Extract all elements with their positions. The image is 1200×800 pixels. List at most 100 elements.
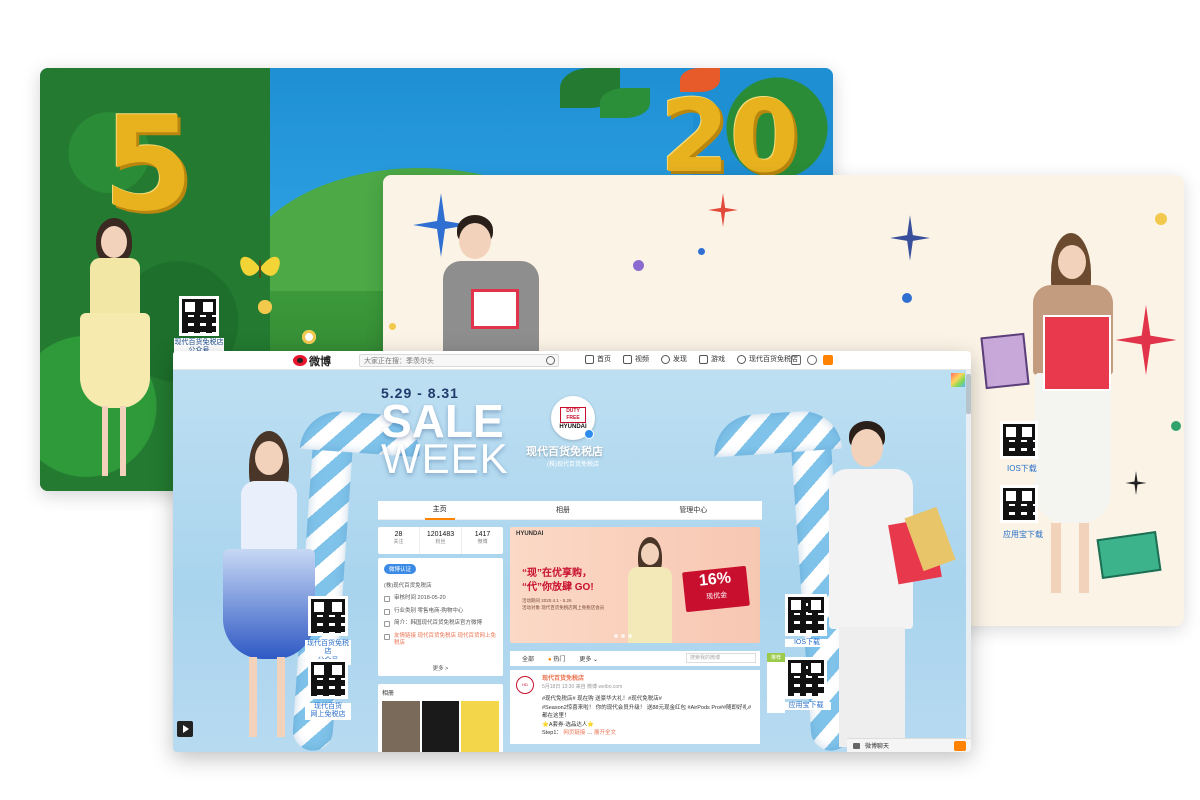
post-header: 现代百货免税店 5月18日 13:30 来自 微博 weibo.com bbox=[542, 675, 752, 692]
promo-week-text: WEEK bbox=[381, 435, 509, 482]
post-meta: 5月18日 13:30 来自 微博 weibo.com bbox=[542, 684, 623, 691]
screenshot-stage: 5 20 现代百货免税店 公众号 bbox=[0, 0, 1200, 800]
scrollbar-thumb[interactable] bbox=[966, 374, 971, 414]
online-store-qr-caption: 现代百货 网上免税店 bbox=[305, 703, 351, 720]
model-man-plaid-coat bbox=[443, 215, 563, 355]
settings-gear-icon[interactable] bbox=[807, 355, 817, 365]
page-scrollbar[interactable] bbox=[966, 370, 971, 740]
ios-download-caption: IOS下载 bbox=[1007, 464, 1037, 473]
model-woman-banner bbox=[620, 537, 680, 643]
confetti-dot bbox=[902, 293, 912, 303]
online-store-qr-code bbox=[308, 659, 348, 699]
star-sparkle-icon bbox=[1115, 305, 1177, 375]
flower-icon bbox=[302, 330, 316, 344]
home-icon bbox=[585, 354, 594, 364]
tab-management[interactable]: 管理中心 bbox=[671, 501, 715, 519]
album-grid bbox=[382, 701, 500, 752]
app-store-qr-code bbox=[785, 657, 827, 699]
info-bio: 简介：韩国现代百货免税店官方微博 bbox=[384, 620, 497, 628]
confetti-dot bbox=[1155, 213, 1167, 225]
corner-badge-icon bbox=[951, 373, 965, 387]
weibo-chat-bar[interactable]: 微博聊天 bbox=[847, 738, 971, 752]
fire-icon: ● bbox=[548, 657, 552, 663]
sale-week-promo: 5.29 - 8.31 SALE WEEK bbox=[381, 385, 509, 482]
feed-tab-all[interactable]: 全部 bbox=[522, 654, 534, 663]
confetti-dot bbox=[633, 260, 644, 271]
flower-icon bbox=[258, 300, 272, 314]
profile-sidebar: 28 关注 1201483 粉丝 1417 微博 微博认证 (株)现代百货免税店 审核… bbox=[378, 527, 503, 752]
butterfly-icon bbox=[240, 256, 280, 278]
wechat-qr-code bbox=[308, 596, 348, 636]
nav-user-profile[interactable]: 现代百货免税店 bbox=[737, 354, 798, 364]
video-icon bbox=[623, 354, 632, 364]
weibo-eye-icon bbox=[293, 355, 307, 366]
weibo-logo[interactable]: 微博 bbox=[293, 353, 347, 368]
feed-post: HD 现代百货免税店 5月18日 13:30 来自 微博 weibo.com #… bbox=[510, 670, 760, 744]
star-sparkle-icon bbox=[890, 215, 930, 261]
weibo-profile-window: 微博 大家正在搜：季羡尔头 首页 视频 发现 游戏 现代百货免税店 5.29 -… bbox=[173, 351, 971, 752]
info-icon bbox=[384, 621, 390, 628]
post-author-avatar[interactable]: HD bbox=[516, 676, 534, 694]
message-icon[interactable] bbox=[791, 355, 801, 365]
banner-dot[interactable] bbox=[628, 634, 632, 638]
more-info-link[interactable]: 更多 > bbox=[378, 664, 503, 672]
post-author-name[interactable]: 现代百货免税店 bbox=[542, 676, 584, 682]
game-icon bbox=[699, 354, 708, 364]
wechat-qr-code bbox=[179, 296, 219, 336]
link-icon bbox=[384, 633, 390, 640]
stat-following[interactable]: 28 关注 bbox=[378, 527, 420, 554]
album-photo[interactable] bbox=[382, 701, 420, 752]
verified-badge-icon bbox=[584, 429, 594, 439]
top-nav-links: 首页 视频 发现 游戏 现代百货免税店 bbox=[585, 354, 798, 364]
chat-open-button[interactable] bbox=[954, 741, 966, 751]
banner-dot[interactable] bbox=[614, 634, 618, 638]
feed-tab-more[interactable]: 更多 ⌄ bbox=[579, 654, 598, 663]
confetti-dot bbox=[698, 248, 705, 255]
profile-stats: 28 关注 1201483 粉丝 1417 微博 bbox=[378, 527, 503, 554]
album-photo[interactable] bbox=[421, 701, 460, 752]
recommend-header: 推荐 bbox=[767, 653, 785, 662]
stat-posts[interactable]: 1417 微博 bbox=[462, 527, 503, 554]
album-title: 相册 bbox=[382, 691, 395, 697]
confetti-dot bbox=[389, 323, 396, 330]
chat-label: 微博聊天 bbox=[865, 744, 890, 750]
compass-icon bbox=[661, 354, 670, 364]
feed-tab-hot[interactable]: ● 热门 bbox=[548, 654, 565, 663]
banner-details: 活动期间 2020.4.1 - 5.26 活动对象 现代百货免税店网上免税店会员 bbox=[522, 598, 605, 610]
info-company: (株)现代百货免税店 bbox=[384, 583, 432, 589]
stat-followers[interactable]: 1201483 粉丝 bbox=[420, 527, 462, 554]
leaf-decoration bbox=[600, 88, 650, 118]
friend-links[interactable]: 友情链接 现代百货免税店 现代百货网上免税店 bbox=[394, 633, 497, 648]
feed-search-input[interactable]: 搜索我的微博 bbox=[686, 653, 756, 663]
gift-box-green bbox=[1096, 531, 1162, 579]
gift-stack bbox=[1043, 315, 1111, 391]
tab-home[interactable]: 主页 bbox=[424, 500, 455, 520]
star-sparkle-icon bbox=[708, 193, 738, 227]
post-expand-link[interactable]: 展开全文 bbox=[594, 730, 616, 736]
promo-banner[interactable]: HYUNDAI “现”在优享购， “代”你放肆 GO! 活动期间 2020.4.… bbox=[510, 527, 760, 643]
album-photo[interactable] bbox=[461, 701, 500, 752]
compose-post-icon[interactable] bbox=[823, 355, 833, 365]
ios-download-qr-code bbox=[785, 594, 827, 636]
profile-info-panel: 微博认证 (株)现代百货免税店 审核时间 2018-05-20 行业类别 零售电… bbox=[378, 558, 503, 676]
calendar-icon bbox=[384, 596, 390, 603]
info-review-time: 审核时间 2018-05-20 bbox=[384, 595, 497, 603]
recommend-mini-panel: 推荐 bbox=[767, 653, 785, 713]
nav-game[interactable]: 游戏 bbox=[699, 354, 725, 364]
play-video-icon[interactable] bbox=[177, 721, 193, 737]
model-man-white-suit bbox=[823, 421, 956, 751]
tab-album[interactable]: 相册 bbox=[548, 501, 578, 519]
nav-discover[interactable]: 发现 bbox=[661, 354, 687, 364]
album-panel: 相册 bbox=[378, 684, 503, 752]
nav-video[interactable]: 视频 bbox=[623, 354, 649, 364]
info-industry: 行业类别 零售电商-购物中心 bbox=[384, 608, 497, 615]
post-web-link[interactable]: 网页链接 bbox=[563, 730, 585, 736]
verified-tag: 微博认证 bbox=[384, 564, 417, 574]
app-store-caption: 应用宝下载 bbox=[781, 702, 831, 711]
search-input[interactable]: 大家正在搜：季羡尔头 bbox=[359, 354, 559, 367]
search-icon[interactable] bbox=[546, 356, 555, 365]
feed-filter-tabs: 全部 ● 热门 更多 ⌄ 搜索我的微博 bbox=[510, 651, 760, 666]
nav-home[interactable]: 首页 bbox=[585, 354, 611, 364]
banner-dot[interactable] bbox=[621, 634, 625, 638]
post-body: #现代免税店# 现在购 送豪华大礼！#现代免税店# #Season2惊喜来啦！ … bbox=[542, 696, 752, 737]
